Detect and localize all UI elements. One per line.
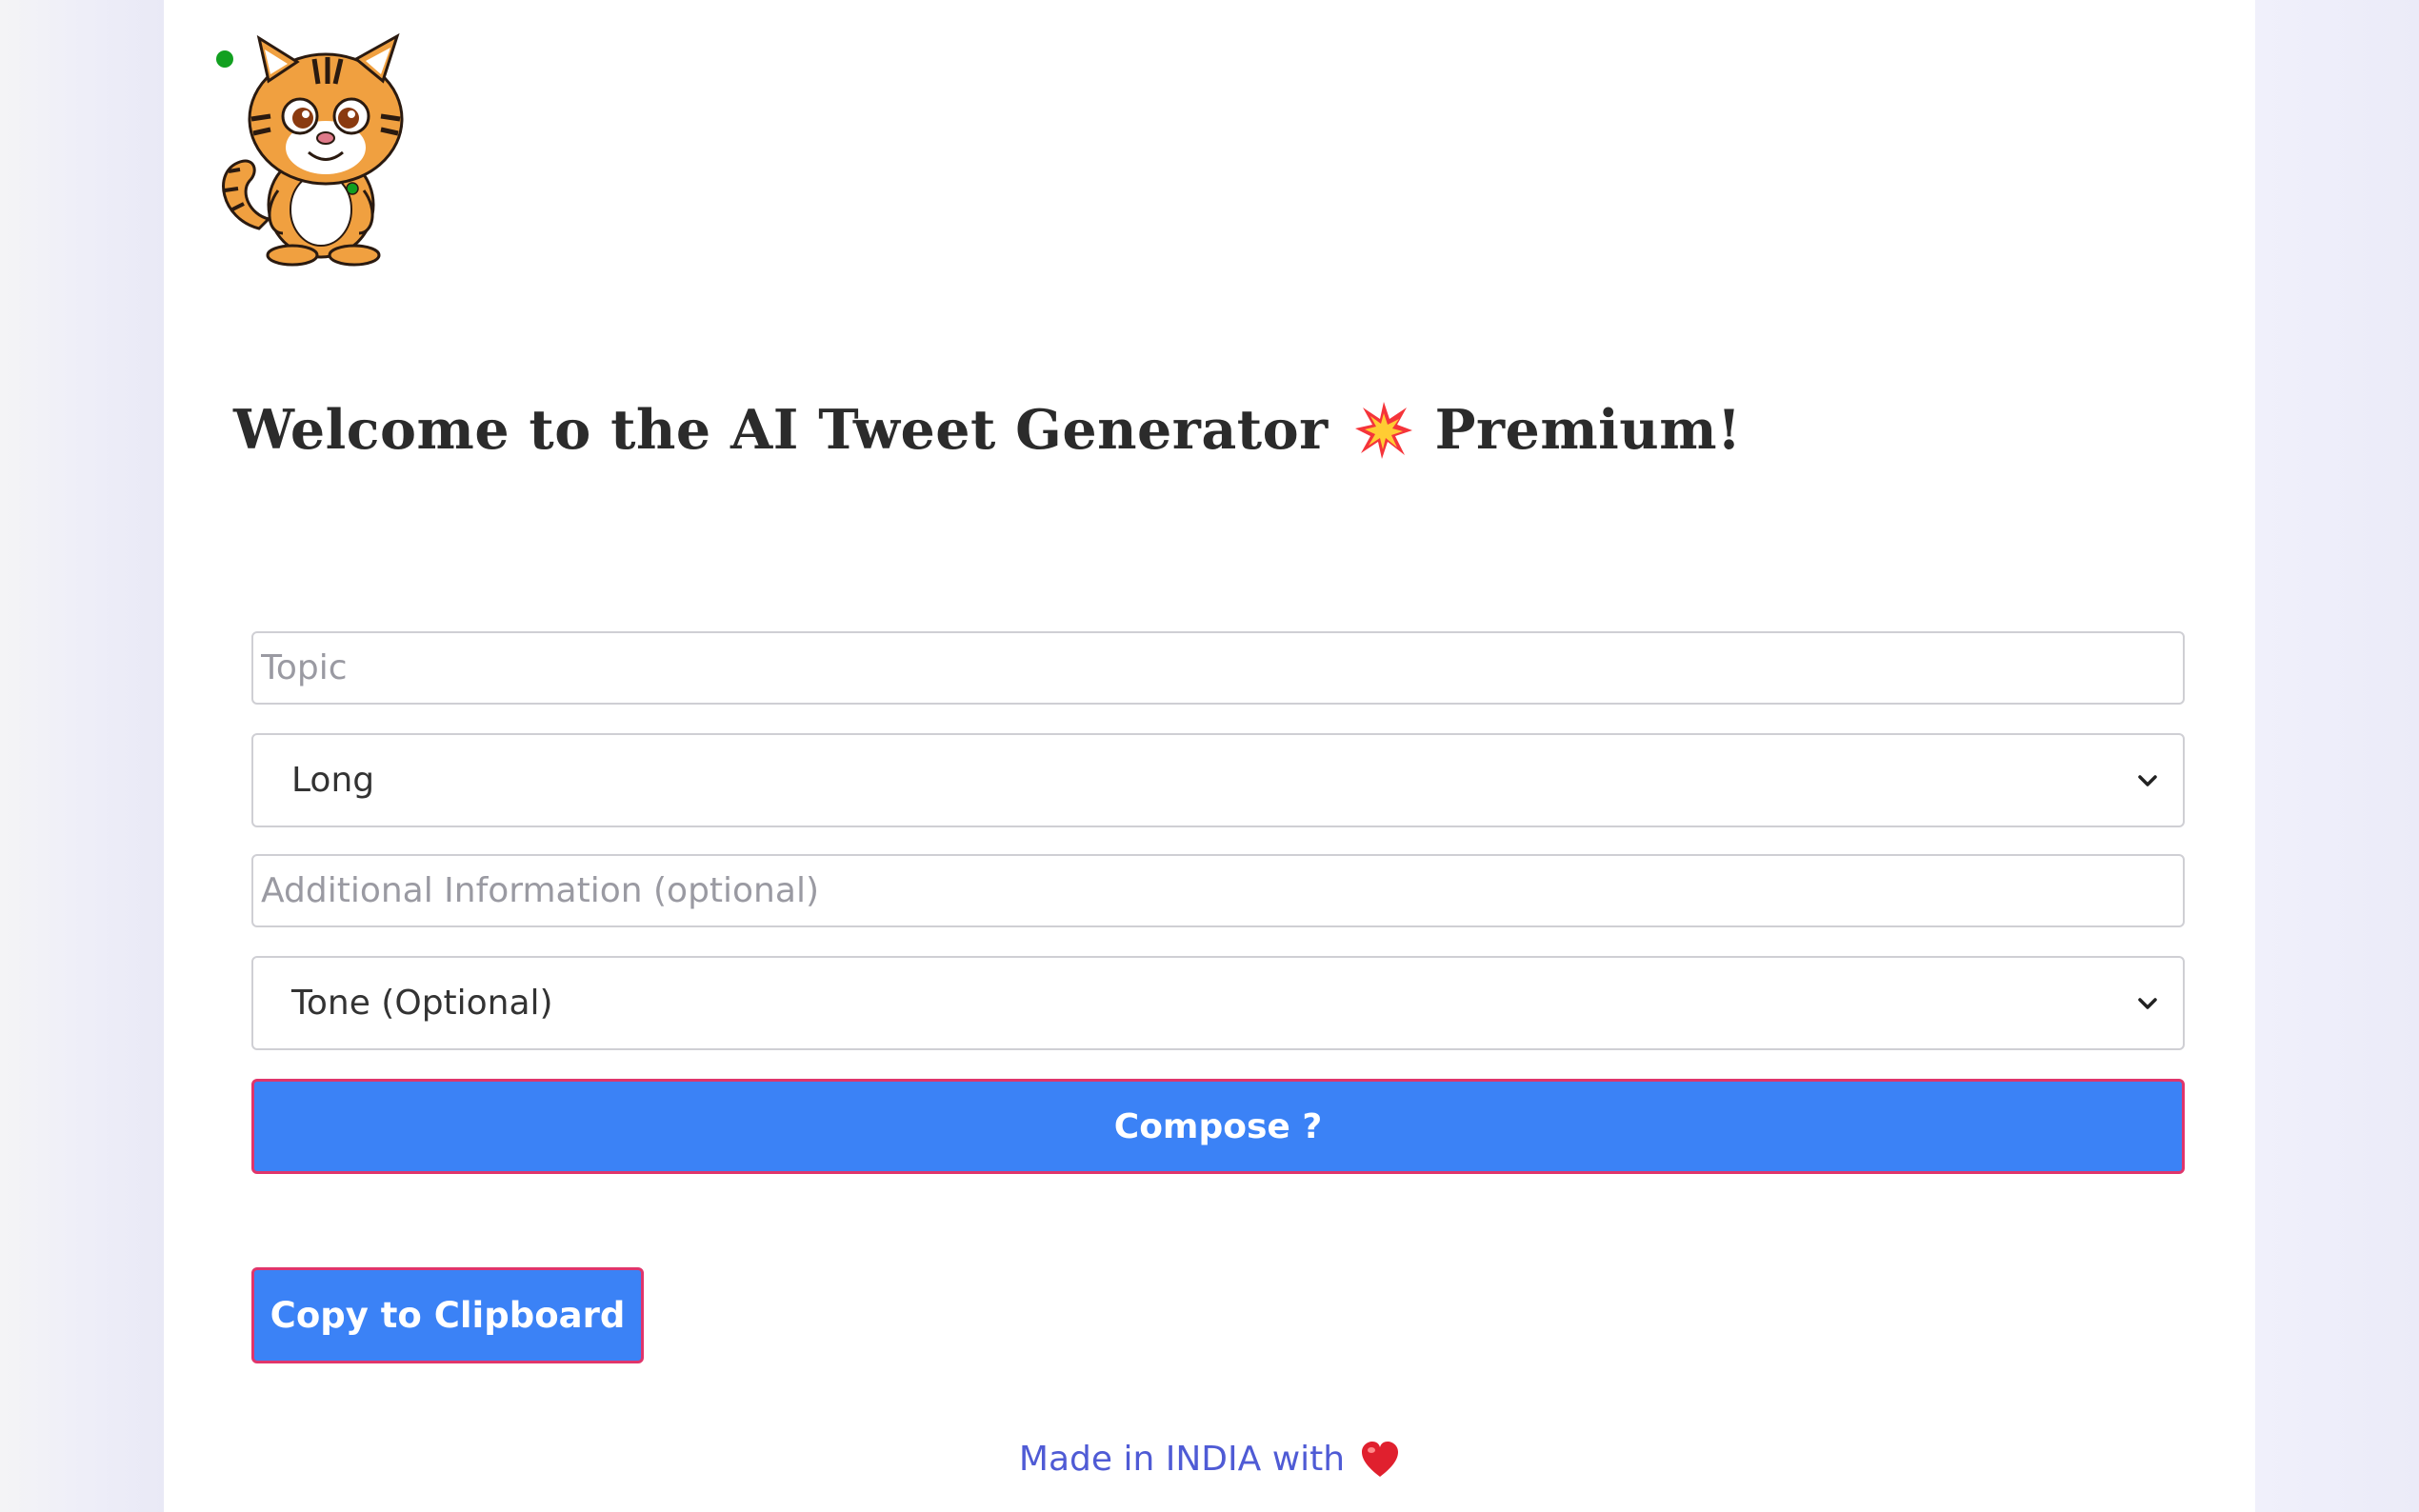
length-select[interactable]: Long — [251, 733, 2185, 827]
footer: Made in INDIA with — [164, 1440, 2255, 1479]
topic-input[interactable] — [251, 631, 2185, 705]
compose-button-label: Compose ? — [1113, 1106, 1323, 1146]
title-suffix: Premium! — [1434, 398, 1742, 462]
collision-burst-icon — [1354, 401, 1412, 459]
title-text: Welcome to the AI Tweet Generator — [233, 398, 1329, 462]
tone-select[interactable]: Tone (Optional) — [251, 956, 2185, 1050]
tone-select-value: Tone (Optional) — [291, 984, 553, 1023]
tiger-mascot-icon — [216, 32, 404, 267]
main-page: Welcome to the AI Tweet Generator Premiu… — [164, 0, 2255, 1512]
compose-button[interactable]: Compose ? — [251, 1079, 2185, 1174]
chevron-down-icon — [2138, 774, 2157, 786]
additional-info-input[interactable] — [251, 854, 2185, 927]
footer-text: Made in INDIA with — [1018, 1440, 1346, 1479]
heart-icon — [1362, 1441, 1399, 1477]
length-select-value: Long — [291, 761, 375, 800]
chevron-down-icon — [2138, 997, 2157, 1009]
copy-to-clipboard-button[interactable]: Copy to Clipboard — [251, 1267, 644, 1363]
copy-button-label: Copy to Clipboard — [270, 1295, 626, 1336]
page-title: Welcome to the AI Tweet Generator Premiu… — [233, 398, 1742, 462]
